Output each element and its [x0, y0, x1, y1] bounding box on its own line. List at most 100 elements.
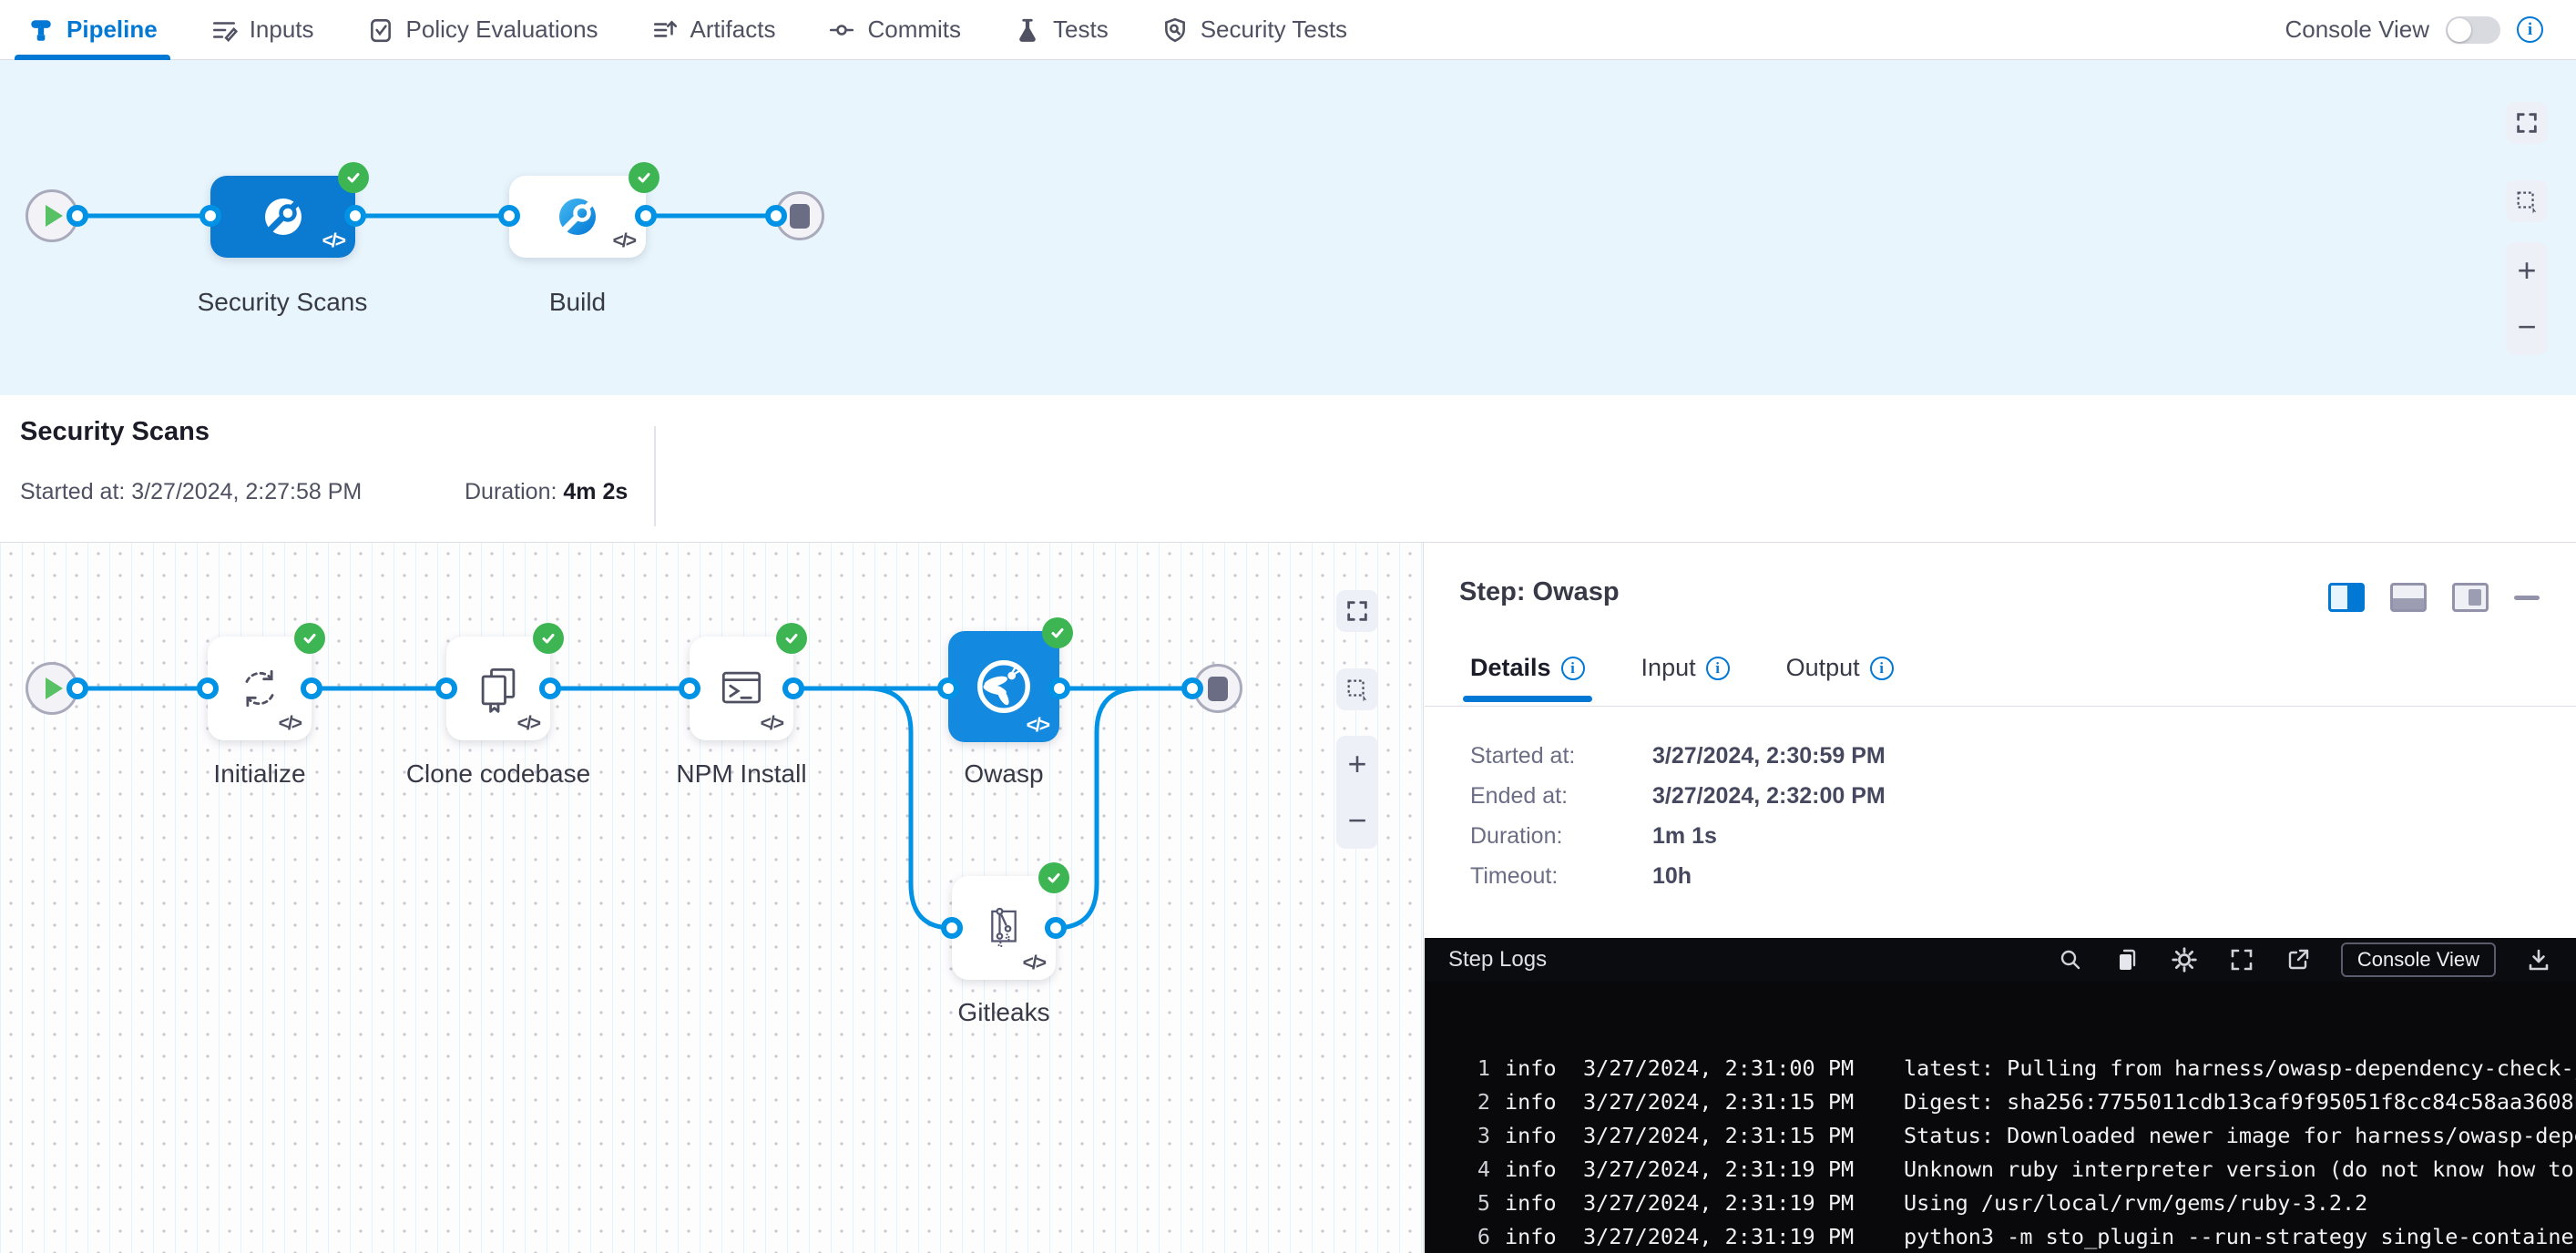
layout-right-icon[interactable]	[2328, 583, 2365, 612]
log-line: 6 info 3/27/2024, 2:31:19 PM python3 -m …	[1425, 1219, 2576, 1253]
zoom-in-button[interactable]: +	[2517, 254, 2536, 287]
detail-label: Timeout:	[1470, 863, 1652, 890]
stage-started-at: Started at: 3/27/2024, 2:27:58 PM	[20, 479, 362, 505]
stage-node-security-scans[interactable]: </>	[210, 176, 355, 258]
console-view-toggle[interactable]	[2446, 16, 2500, 44]
log-level: info	[1505, 1224, 1558, 1249]
detail-value: 10h	[1652, 863, 1692, 890]
stage-info-bar: Security Scans Started at: 3/27/2024, 2:…	[0, 395, 2576, 543]
step-node-npm-install[interactable]: </>	[690, 637, 793, 740]
fill	[2347, 586, 2362, 609]
owasp-icon	[972, 655, 1036, 718]
code-icon: </>	[613, 230, 635, 252]
info-icon[interactable]: i	[1561, 657, 1585, 680]
connector-port	[199, 205, 221, 227]
play-icon	[46, 677, 63, 699]
tab-output[interactable]: Output i	[1786, 654, 1894, 682]
console-view-info-icon[interactable]: i	[2517, 16, 2543, 43]
log-line: 4 info 3/27/2024, 2:31:19 PM Unknown rub…	[1425, 1152, 2576, 1186]
log-line: 1 info 3/27/2024, 2:31:00 PM latest: Pul…	[1425, 1051, 2576, 1085]
step-node-label: Owasp	[964, 759, 1043, 789]
tab-input[interactable]: Input i	[1641, 654, 1730, 682]
log-line-number: 2	[1476, 1089, 1490, 1115]
step-node-label: Gitleaks	[957, 998, 1049, 1027]
connector-port	[301, 677, 322, 699]
tab-pipeline[interactable]: Pipeline	[27, 0, 158, 59]
zoom-out-button[interactable]: −	[2517, 311, 2536, 343]
step-node-clone-codebase[interactable]: </>	[446, 637, 550, 740]
tab-policy-evaluations[interactable]: Policy Evaluations	[367, 0, 598, 59]
success-badge	[1042, 617, 1073, 648]
policy-evaluations-icon	[367, 16, 394, 44]
connector-port	[539, 677, 561, 699]
log-timestamp: 3/27/2024, 2:31:19 PM	[1583, 1224, 1836, 1249]
code-icon: </>	[517, 713, 539, 735]
connector-port	[1045, 917, 1067, 939]
divider	[654, 426, 656, 526]
step-node-gitleaks[interactable]: </>	[952, 876, 1056, 980]
external-link-icon[interactable]	[2285, 946, 2312, 973]
layout-float-icon[interactable]	[2452, 583, 2489, 612]
log-level: info	[1505, 1156, 1558, 1182]
minimize-icon[interactable]	[2514, 596, 2540, 600]
log-timestamp: 3/27/2024, 2:31:00 PM	[1583, 1055, 1836, 1081]
copy-icon[interactable]	[2113, 946, 2141, 973]
success-badge	[629, 162, 659, 193]
step-details-list: Started at: 3/27/2024, 2:30:59 PM Ended …	[1470, 736, 1886, 896]
download-icon[interactable]	[2525, 946, 2552, 973]
zoom-in-button[interactable]: +	[1347, 748, 1366, 780]
stage-duration: Duration: 4m 2s	[465, 479, 628, 505]
expand-canvas-button[interactable]	[2506, 102, 2548, 144]
log-message: latest: Pulling from harness/owasp-depen…	[1904, 1055, 2576, 1081]
tab-artifacts[interactable]: Artifacts	[651, 0, 776, 59]
fullscreen-icon[interactable]	[2228, 946, 2255, 973]
stop-icon	[1208, 677, 1228, 701]
zoom-out-button[interactable]: −	[1347, 804, 1366, 837]
connector-port	[1181, 677, 1203, 699]
step-node-owasp[interactable]: </>	[948, 631, 1059, 742]
tab-label: Artifacts	[690, 15, 776, 44]
search-icon[interactable]	[2057, 946, 2084, 973]
expand-canvas-button[interactable]	[1336, 590, 1378, 632]
marquee-select-button[interactable]	[2506, 180, 2548, 222]
connector-port	[765, 205, 787, 227]
fill	[2393, 598, 2424, 609]
log-line: 2 info 3/27/2024, 2:31:15 PM Digest: sha…	[1425, 1085, 2576, 1118]
step-node-initialize[interactable]: </>	[208, 637, 312, 740]
duration-label: Duration:	[465, 479, 557, 504]
layout-bottom-icon[interactable]	[2390, 583, 2427, 612]
tab-commits[interactable]: Commits	[828, 0, 961, 59]
tab-inputs[interactable]: Inputs	[210, 0, 314, 59]
marquee-select-button[interactable]	[1336, 668, 1378, 710]
tab-label: Details	[1470, 654, 1551, 682]
active-tab-underline	[15, 55, 170, 60]
security-tests-icon	[1161, 16, 1189, 44]
console-view-button[interactable]: Console View	[2341, 942, 2496, 977]
info-icon[interactable]: i	[1706, 657, 1730, 680]
gear-icon[interactable]	[2170, 945, 2199, 974]
connector-port	[937, 677, 959, 699]
duration-value: 4m 2s	[563, 479, 628, 504]
step-logs: Step Logs	[1425, 938, 2576, 1253]
step-logs-header: Step Logs	[1425, 938, 2576, 982]
log-timestamp: 3/27/2024, 2:31:19 PM	[1583, 1190, 1836, 1216]
connector-port	[941, 917, 963, 939]
ci-stage-icon	[257, 190, 310, 243]
success-badge	[338, 162, 369, 193]
tab-details[interactable]: Details i	[1470, 654, 1585, 682]
detail-value: 1m 1s	[1652, 823, 1717, 850]
connector-port	[435, 677, 457, 699]
log-line-number: 4	[1476, 1156, 1490, 1182]
detail-row: Ended at: 3/27/2024, 2:32:00 PM	[1470, 776, 1886, 816]
success-badge	[1038, 862, 1069, 893]
panel-layout-controls	[2328, 583, 2540, 612]
stage-node-build[interactable]: </>	[509, 176, 646, 258]
tab-tests[interactable]: Tests	[1014, 0, 1109, 59]
step-node-label: Clone codebase	[406, 759, 590, 789]
detail-row: Started at: 3/27/2024, 2:30:59 PM	[1470, 736, 1886, 776]
info-icon[interactable]: i	[1870, 657, 1894, 680]
tab-label: Inputs	[250, 15, 314, 44]
tab-security-tests[interactable]: Security Tests	[1161, 0, 1347, 59]
code-icon: </>	[761, 713, 782, 735]
commits-icon	[828, 16, 855, 44]
